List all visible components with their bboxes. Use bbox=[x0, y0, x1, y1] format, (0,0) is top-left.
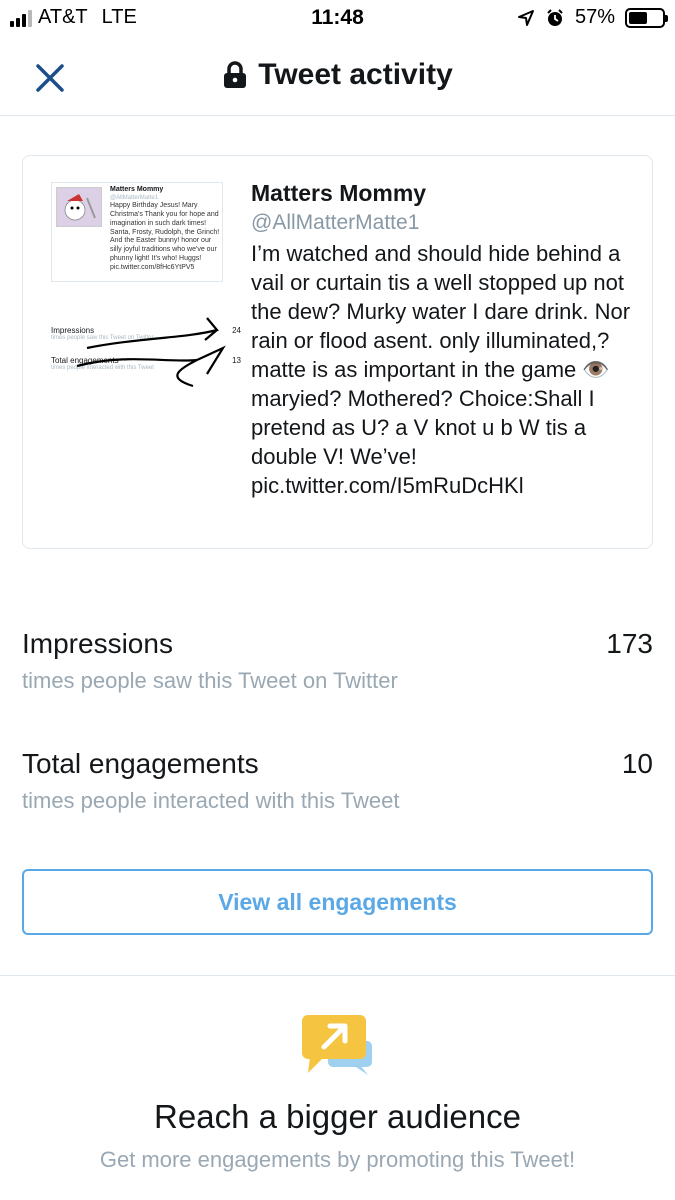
tweet-text-part-1: I’m watched and should hide behind a vai… bbox=[251, 241, 631, 382]
thumbnail-handle: @AllMatterMatte1 bbox=[110, 194, 159, 201]
status-bar: AT&T LTE 11:48 57% bbox=[0, 0, 675, 38]
tweet-text-part-2: maryied? Mothered? Choice:Shall I preten… bbox=[251, 386, 595, 498]
location-arrow-icon bbox=[517, 9, 534, 26]
impressions-label: Impressions bbox=[22, 628, 173, 659]
view-all-engagements-button[interactable]: View all engagements bbox=[22, 869, 653, 935]
tweet-card[interactable]: Matters Mommy @AllMatterMatte1 Happy Bir… bbox=[22, 155, 653, 549]
battery-percent: 57% bbox=[574, 6, 615, 28]
thumbnail-picture bbox=[56, 187, 102, 227]
lock-icon bbox=[224, 61, 247, 88]
tweet-image[interactable]: Matters Mommy @AllMatterMatte1 Happy Bir… bbox=[47, 178, 247, 518]
promo-subtitle: Get more engagements by promoting this T… bbox=[99, 1147, 576, 1172]
tweet-body: Matters Mommy @AllMatterMatte1 I’m watch… bbox=[251, 180, 641, 500]
alarm-icon bbox=[547, 8, 563, 26]
promote-icon bbox=[302, 1015, 372, 1075]
page-title: Tweet activity bbox=[0, 58, 675, 92]
thumbnail-body: Happy Birthday Jesus! Mary Christma's Th… bbox=[110, 202, 220, 271]
battery-fill bbox=[629, 11, 648, 24]
thumbnail-text: Matters Mommy @AllMatterMatte1 Happy Bir… bbox=[110, 186, 220, 272]
engagements-value: 10 bbox=[621, 748, 653, 779]
thumbnail-tweet: Matters Mommy @AllMatterMatte1 Happy Bir… bbox=[51, 182, 223, 282]
impressions-sub: times people saw this Tweet on Twitter bbox=[22, 668, 398, 693]
page-title-text: Tweet activity bbox=[258, 58, 453, 91]
thumbnail-name: Matters Mommy bbox=[110, 186, 164, 193]
divider bbox=[0, 975, 675, 976]
tweet-author-handle: @AllMatterMatte1 bbox=[251, 211, 420, 234]
tweet-text: I’m watched and should hide behind a vai… bbox=[251, 239, 641, 500]
battery-icon bbox=[625, 7, 668, 28]
impressions-value: 173 bbox=[606, 628, 653, 659]
hand-drawn-arrows bbox=[76, 317, 226, 388]
eye-emoji-icon: 👁️ bbox=[582, 357, 610, 382]
tweet-author-name: Matters Mommy bbox=[251, 180, 427, 206]
cartoon-image-icon bbox=[57, 188, 101, 226]
promo-title: Reach a bigger audience bbox=[154, 1098, 521, 1135]
impressions-metric: Impressions times people saw this Tweet … bbox=[22, 628, 653, 694]
status-right: 57% bbox=[517, 6, 668, 29]
engagements-metric: Total engagements times people interacte… bbox=[22, 748, 653, 814]
engagements-sub: times people interacted with this Tweet bbox=[22, 788, 400, 813]
engagements-label: Total engagements bbox=[22, 748, 259, 779]
header: Tweet activity bbox=[0, 38, 675, 116]
